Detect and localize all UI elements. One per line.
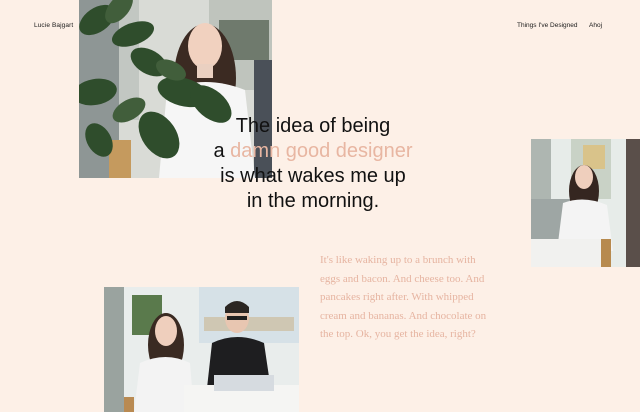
portrait-photo-seated [531,139,640,267]
hero-line-2-prefix: a [213,140,225,162]
hero-headline: The idea of being a damn good designer i… [178,114,448,214]
hero-line-1: The idea of being [235,115,391,137]
nav-ahoj[interactable]: Ahoj [589,22,602,29]
brand-logo[interactable]: Lucie Bajgart [34,22,73,29]
nav-things-designed[interactable]: Things I've Designed [517,22,578,29]
intro-paragraph: It's like waking up to a brunch with egg… [320,254,487,340]
hero-accent-text: damn good designer [230,140,413,162]
hero-line-2: a damn good designer [178,139,448,164]
hero-line-4: in the morning. [246,190,380,212]
hero-line-3: is what wakes me up [220,165,406,187]
team-photo-desk [104,287,299,412]
